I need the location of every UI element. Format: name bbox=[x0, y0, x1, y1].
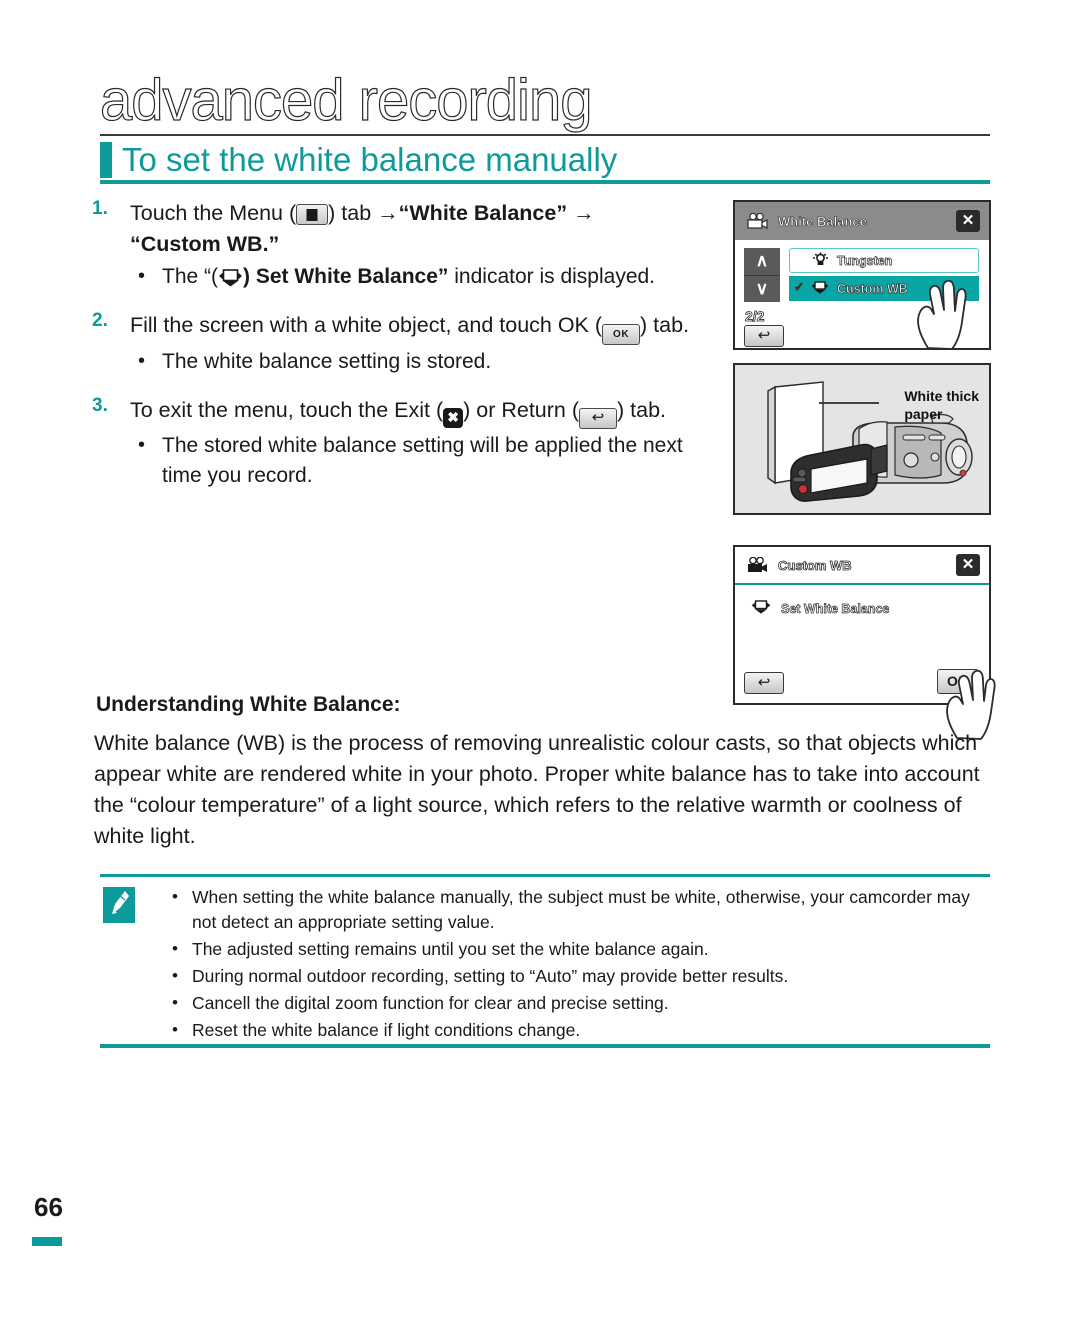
note-item: The adjusted setting remains until you s… bbox=[168, 936, 988, 962]
lcd-title-custom-wb: Custom WB bbox=[778, 557, 852, 573]
note-item: When setting the white balance manually,… bbox=[168, 884, 988, 935]
menu-option-custom-wb[interactable]: ✓ Custom WB bbox=[789, 276, 979, 301]
scroll-arrows: ∧ ∨ bbox=[744, 248, 780, 302]
camcorder-icon bbox=[745, 212, 769, 230]
lcd-header: White Balance ✕ bbox=[735, 202, 989, 240]
step-1-number: 1. bbox=[92, 198, 108, 219]
step-1: 1. Touch the Menu ( ) tab →“White Balance… bbox=[92, 198, 722, 292]
lcd-screen-white-balance: White Balance ✕ ∧ ∨ Tungsten ✓ Custom WB… bbox=[733, 200, 991, 350]
menu-option-custom-wb-label: Custom WB bbox=[837, 281, 909, 296]
set-white-balance-row[interactable]: Set White Balance bbox=[751, 599, 890, 618]
step-1-arrow-2: → bbox=[573, 201, 595, 225]
step-3: 3. To exit the menu, touch the Exit (✖) … bbox=[92, 395, 722, 491]
page-title: To set the white balance manually bbox=[122, 141, 618, 178]
tungsten-icon bbox=[812, 251, 829, 270]
set-white-balance-label: Set White Balance bbox=[781, 601, 890, 616]
check-icon: ✓ bbox=[794, 280, 805, 295]
step-3-text: To exit the menu, touch the Exit (✖) or … bbox=[130, 395, 722, 429]
chapter-title: advanced recording bbox=[99, 68, 593, 133]
ok-icon: OK bbox=[602, 324, 641, 345]
step-1-custom-wb: “Custom WB.” bbox=[130, 232, 280, 256]
step-1-arrow-1: → bbox=[377, 201, 399, 225]
custom-wb-icon bbox=[811, 280, 829, 298]
instruction-steps: 1. Touch the Menu ( ) tab →“White Balance… bbox=[92, 198, 722, 495]
note-list: When setting the white balance manually,… bbox=[168, 884, 988, 1045]
camcorder-illustration: White thick paper bbox=[733, 363, 991, 515]
step-1-bullet-text-c: indicator is displayed. bbox=[454, 265, 656, 288]
note-item: During normal outdoor recording, setting… bbox=[168, 963, 988, 989]
close-icon[interactable]: ✕ bbox=[956, 554, 980, 576]
footer-accent-bar bbox=[32, 1237, 62, 1246]
page-header: advanced recording To set the white bala… bbox=[0, 0, 1080, 190]
camcorder-icon bbox=[745, 556, 769, 574]
white-thick-paper-label: White thick paper bbox=[904, 387, 979, 423]
step-3-number: 3. bbox=[92, 395, 108, 416]
set-white-balance-icon bbox=[751, 599, 771, 618]
exit-icon: ✖ bbox=[443, 408, 464, 428]
figure-camcorder-with-paper: White thick paper bbox=[733, 363, 991, 515]
lcd-header-custom-wb: Custom WB ✕ bbox=[735, 547, 989, 585]
paper-label-line-2: paper bbox=[904, 406, 943, 422]
step-2-text-b: ) tab. bbox=[640, 313, 690, 337]
note-item: Cancell the digital zoom function for cl… bbox=[168, 990, 988, 1016]
step-1-white-balance: “White Balance” bbox=[398, 201, 568, 225]
step-3-text-b: ) or Return ( bbox=[463, 398, 579, 422]
step-2: 2. Fill the screen with a white object, … bbox=[92, 310, 722, 377]
note-divider-top bbox=[100, 874, 990, 877]
step-3-bullet-1: The stored white balance setting will be… bbox=[130, 430, 722, 491]
lcd-screen-custom-wb: Custom WB ✕ Set White Balance ↩ OK bbox=[733, 545, 996, 740]
return-button[interactable]: ↩ bbox=[744, 325, 784, 347]
understanding-heading: Understanding White Balance: bbox=[96, 693, 401, 716]
step-1-bullet-1: The “( ) Set White Balance” indicator is… bbox=[130, 261, 722, 292]
page-number: 66 bbox=[34, 1192, 63, 1222]
note-pen-icon bbox=[100, 884, 138, 926]
lcd-title: White Balance bbox=[778, 213, 867, 229]
header-divider bbox=[100, 134, 990, 136]
paper-label-line-1: White thick bbox=[904, 388, 979, 404]
understanding-body: White balance (WB) is the process of rem… bbox=[94, 731, 980, 848]
step-2-bullet-1: The white balance setting is stored. bbox=[130, 346, 722, 377]
section-accent-bar bbox=[100, 142, 112, 178]
step-3-text-c: ) tab. bbox=[617, 398, 666, 422]
close-icon[interactable]: ✕ bbox=[956, 210, 980, 232]
menu-option-tungsten[interactable]: Tungsten bbox=[789, 248, 979, 273]
figure-white-balance-menu: White Balance ✕ ∧ ∨ Tungsten ✓ Custom WB… bbox=[733, 200, 991, 350]
set-white-balance-icon bbox=[218, 267, 243, 288]
step-2-text-a: Fill the screen with a white object, and… bbox=[130, 313, 603, 337]
scroll-up-button[interactable]: ∧ bbox=[744, 248, 780, 275]
return-button[interactable]: ↩ bbox=[744, 672, 784, 694]
return-icon: ↩ bbox=[579, 408, 617, 429]
menu-option-tungsten-label: Tungsten bbox=[837, 253, 893, 268]
step-1-bullet-text-a: The “( bbox=[162, 265, 219, 288]
menu-icon bbox=[296, 204, 329, 225]
step-1-bullet-text-b: ) Set White Balance” bbox=[243, 265, 449, 288]
figure-custom-wb-screen: Custom WB ✕ Set White Balance ↩ OK bbox=[733, 545, 996, 740]
note-divider-bottom bbox=[100, 1044, 990, 1048]
step-1-text: Touch the Menu ( ) tab →“White Balance” →… bbox=[130, 198, 722, 260]
step-3-text-a: To exit the menu, touch the Exit ( bbox=[130, 398, 444, 422]
page-indicator: 2/2 bbox=[745, 308, 765, 325]
step-1-text-b: ) tab bbox=[328, 201, 372, 225]
step-1-text-a: Touch the Menu ( bbox=[130, 201, 297, 225]
step-2-number: 2. bbox=[92, 310, 108, 331]
section-divider bbox=[100, 180, 990, 184]
ok-button[interactable]: OK bbox=[937, 669, 979, 694]
step-2-text: Fill the screen with a white object, and… bbox=[130, 310, 722, 345]
scroll-down-button[interactable]: ∨ bbox=[744, 275, 780, 302]
note-item: Reset the white balance if light conditi… bbox=[168, 1017, 988, 1043]
